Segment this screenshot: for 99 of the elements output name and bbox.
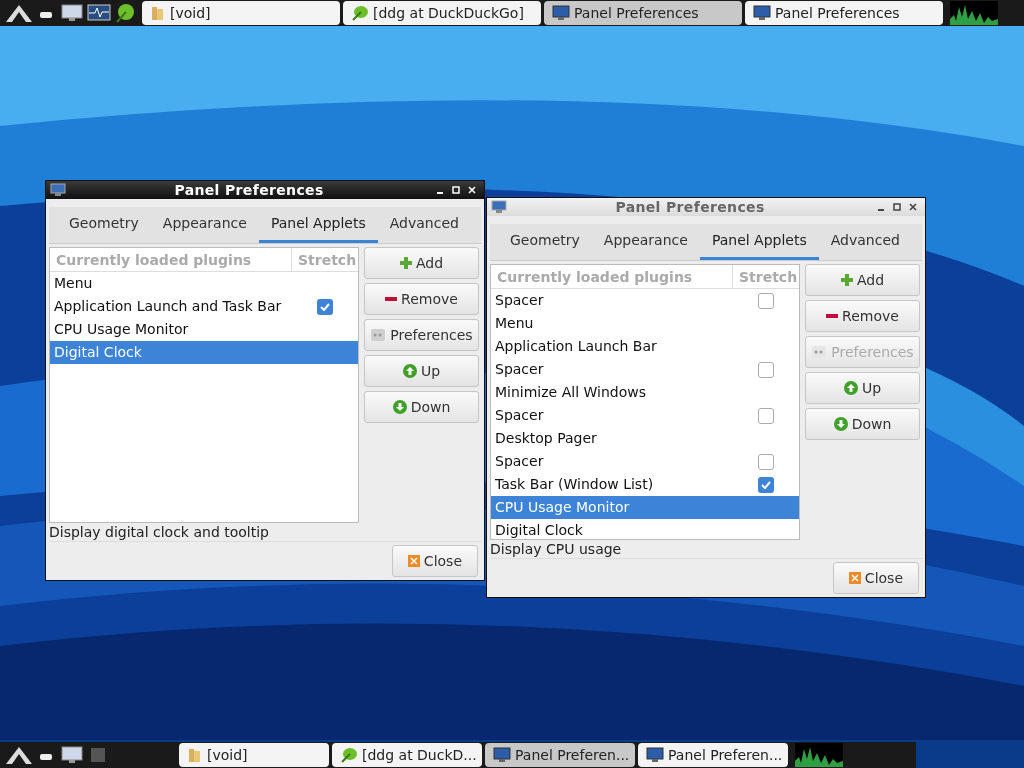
list-row[interactable]: Spacer [491, 450, 799, 473]
plugin-name: Task Bar (Window List) [494, 475, 655, 494]
folder-icon [150, 5, 166, 21]
stretch-checkbox[interactable] [758, 292, 774, 309]
tab[interactable]: Geometry [57, 207, 151, 243]
action-button[interactable]: Down [805, 408, 920, 440]
plugin-name: Spacer [494, 452, 545, 471]
plus-icon [840, 274, 853, 286]
action-button[interactable]: Preferences [364, 319, 479, 351]
list-row[interactable]: Task Bar (Window List) [491, 473, 799, 496]
taskbar-button[interactable]: [void] [142, 1, 340, 25]
leaf-icon [340, 746, 358, 764]
stretch-checkbox[interactable] [317, 298, 333, 315]
checkmark-icon [320, 302, 330, 311]
list-row[interactable]: Digital Clock [491, 519, 799, 539]
close-icon[interactable] [909, 203, 917, 211]
plugin-name: Digital Clock [53, 343, 143, 362]
settings-icon [811, 345, 828, 359]
arrow-up-icon [402, 364, 417, 378]
action-button[interactable]: Add [364, 247, 479, 279]
action-button[interactable]: Down [364, 391, 479, 423]
cpu-graph-icon [795, 743, 843, 767]
arrow-down-icon [392, 400, 407, 414]
monitor-icon[interactable] [60, 745, 84, 765]
list-row[interactable]: Menu [50, 272, 358, 295]
action-button[interactable]: Up [364, 355, 479, 387]
minus-icon [385, 297, 398, 301]
taskbar-button[interactable]: Panel Preferen... [485, 743, 635, 767]
action-button[interactable]: Up [805, 372, 920, 404]
plugin-name: Digital Clock [494, 521, 584, 539]
list-row[interactable]: CPU Usage Monitor [50, 318, 358, 341]
tab[interactable]: Advanced [377, 207, 471, 243]
plugin-name: Spacer [494, 406, 545, 425]
taskbar-button[interactable]: Panel Preferences [745, 1, 943, 25]
stretch-checkbox[interactable] [758, 361, 774, 378]
folder-icon [187, 747, 203, 763]
close-icon [848, 572, 861, 584]
settings-icon [370, 328, 387, 342]
list-row[interactable]: CPU Usage Monitor [491, 496, 799, 519]
plugin-name: Minimize All Windows [494, 383, 647, 402]
plugin-name: Menu [53, 274, 94, 293]
maximize-icon[interactable] [893, 203, 901, 211]
monitor-icon [646, 747, 664, 763]
taskbar-button[interactable]: Panel Preferences [544, 1, 742, 25]
plus-icon [399, 257, 412, 269]
cpu-graph-icon [950, 1, 998, 25]
close-icon [407, 555, 420, 567]
list-row[interactable]: Application Launch Bar [491, 335, 799, 358]
stretch-checkbox[interactable] [758, 407, 774, 424]
plugin-name: Desktop Pager [494, 429, 598, 448]
arrow-up-icon [843, 381, 858, 395]
tab[interactable]: Panel Applets [258, 207, 378, 243]
checkmark-icon [761, 480, 771, 489]
tab[interactable]: Appearance [150, 207, 259, 243]
monitor-icon [491, 200, 507, 214]
window-title: Panel Preferences [173, 180, 325, 200]
close-button[interactable]: Close [391, 545, 478, 577]
stretch-checkbox[interactable] [758, 453, 774, 470]
close-button[interactable]: Close [832, 562, 919, 594]
tab[interactable]: Panel Applets [699, 224, 819, 260]
plugin-name: Menu [494, 314, 535, 333]
list-row[interactable]: Menu [491, 312, 799, 335]
action-button[interactable]: Remove [805, 300, 920, 332]
list-row[interactable]: Spacer [491, 358, 799, 381]
arrow-down-icon [833, 417, 848, 431]
plugin-name: CPU Usage Monitor [494, 498, 631, 517]
leaf-icon [351, 4, 369, 22]
window-title: Panel Preferences [614, 197, 766, 217]
tab[interactable]: Advanced [818, 224, 912, 260]
taskbar-button[interactable]: Panel Preferen... [638, 743, 788, 767]
monitor-icon [753, 5, 771, 21]
monitor-icon[interactable] [60, 3, 84, 23]
list-row[interactable]: Spacer [491, 404, 799, 427]
taskbar-button[interactable]: [ddg at DuckD... [332, 743, 482, 767]
plugin-name: Spacer [494, 360, 545, 379]
list-row[interactable]: Application Launch and Task Bar [50, 295, 358, 318]
plugin-name: Application Launch Bar [494, 337, 658, 356]
list-row[interactable]: Minimize All Windows [491, 381, 799, 404]
leaf-icon[interactable] [114, 2, 136, 24]
description-text: Display digital clock and tooltip [49, 523, 270, 541]
monitor-icon [493, 747, 511, 763]
taskbar-button[interactable]: [void] [179, 743, 329, 767]
plugin-name: CPU Usage Monitor [53, 320, 190, 339]
list-row[interactable]: Spacer [491, 289, 799, 312]
action-button[interactable]: Remove [364, 283, 479, 315]
plugin-name: Spacer [494, 291, 545, 310]
minus-icon [826, 314, 839, 318]
taskbar-button[interactable]: [ddg at DuckDuckGo] [343, 1, 541, 25]
plugin-name: Application Launch and Task Bar [53, 297, 283, 316]
tab[interactable]: Appearance [591, 224, 700, 260]
monitor-icon [50, 183, 66, 197]
tab[interactable]: Geometry [498, 224, 592, 260]
description-text: Display CPU usage [490, 540, 623, 558]
action-button[interactable]: Add [805, 264, 920, 296]
monitor-icon [552, 5, 570, 21]
stretch-checkbox[interactable] [758, 476, 774, 493]
activity-monitor-icon[interactable] [87, 3, 111, 23]
list-row[interactable]: Desktop Pager [491, 427, 799, 450]
list-row[interactable]: Digital Clock [50, 341, 358, 364]
